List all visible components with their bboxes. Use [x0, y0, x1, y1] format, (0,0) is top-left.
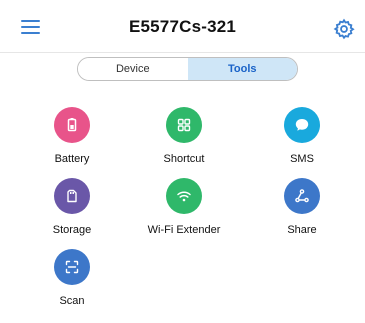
top-bar: E5577Cs-321: [0, 0, 365, 53]
tool-label-battery: Battery: [54, 153, 90, 165]
battery-icon-circle: [54, 107, 90, 143]
share-icon-circle: [284, 178, 320, 214]
tool-wifi-extender[interactable]: Wi-Fi Extender: [134, 178, 234, 236]
tool-storage[interactable]: Storage: [22, 178, 122, 236]
scan-icon-circle: [54, 249, 90, 285]
battery-icon: [67, 118, 77, 132]
storage-icon: [67, 189, 77, 203]
share-icon: [295, 189, 309, 203]
wifi-icon: [177, 191, 191, 202]
sms-icon-circle: [284, 107, 320, 143]
storage-icon-circle: [54, 178, 90, 214]
sms-icon: [295, 119, 309, 131]
gear-icon[interactable]: [333, 18, 355, 40]
tool-label-share: Share: [287, 224, 317, 236]
tab-tools[interactable]: Tools: [187, 58, 297, 80]
page-title: E5577Cs-321: [128, 17, 237, 36]
tool-battery[interactable]: Battery: [22, 107, 122, 165]
shortcut-icon: [177, 118, 191, 132]
scan-icon: [65, 260, 79, 274]
tab-device[interactable]: Device: [78, 58, 188, 80]
wifi-icon-circle: [166, 178, 202, 214]
shortcut-icon-circle: [166, 107, 202, 143]
tool-sms[interactable]: SMS: [252, 107, 352, 165]
tool-label-sms: SMS: [290, 153, 314, 165]
device-tools-tab-switch: Device Tools: [77, 57, 298, 81]
tool-shortcut[interactable]: Shortcut: [134, 107, 234, 165]
tool-label-shortcut: Shortcut: [163, 153, 205, 165]
tool-scan[interactable]: Scan: [22, 249, 122, 307]
tool-label-storage: Storage: [52, 224, 92, 236]
tool-share[interactable]: Share: [252, 178, 352, 236]
tool-label-scan: Scan: [59, 295, 85, 307]
tool-label-wifi-extender: Wi-Fi Extender: [147, 224, 221, 236]
